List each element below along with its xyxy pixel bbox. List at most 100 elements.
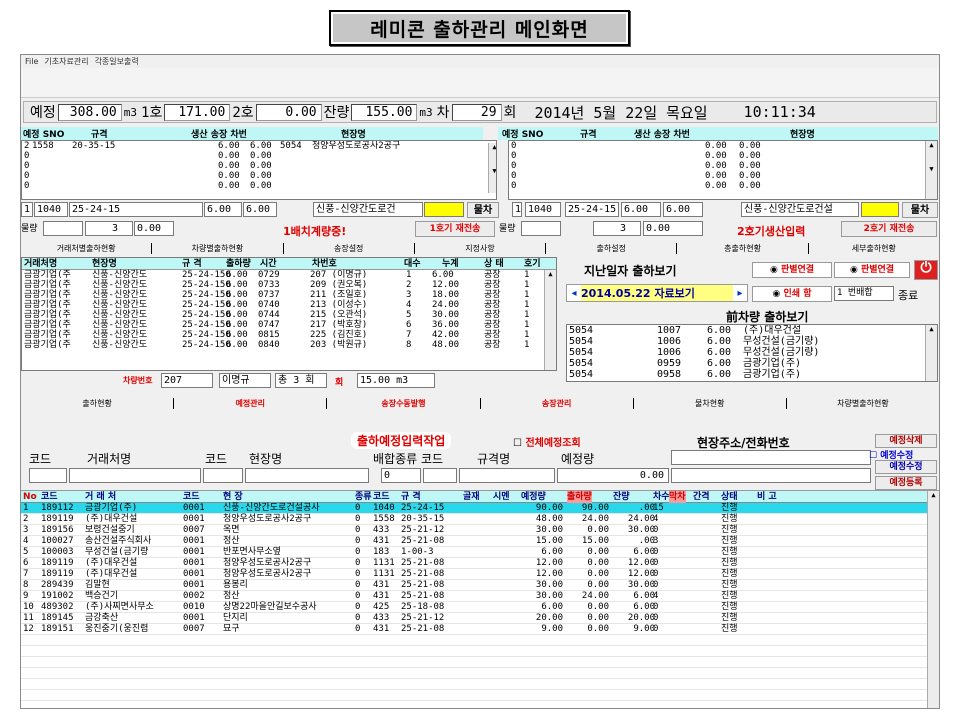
left-current-spec[interactable]: 25-24-15: [69, 202, 203, 217]
left-qty-combo[interactable]: 3: [85, 221, 133, 236]
plan-row[interactable]: 5 100003 무성건설(금기량 0001 반포면사무소옆 0 183 1-00-3 6.00…: [21, 547, 939, 558]
shipment-row[interactable]: 금광기업(주 신풍-신양간도 25-24-150 6.00 0744 215 (오관석) 5…: [22, 310, 556, 320]
shipment-row[interactable]: 금광기업(주 신풍-신양간도 25-24-150 6.00 0729 207 (이명규) 1…: [22, 270, 556, 280]
plan-grid[interactable]: No 코드 거 래 처 코드 현 장 종류 코드 규 격 골재 시멘 예정량 출하량 잔량 차수 막차 간격 상…: [21, 490, 939, 708]
plan-row[interactable]: 11 189145 금강축산 0001 단지리 0 433 25-21-12 20.00 0.00…: [21, 613, 939, 624]
all-plan-check[interactable]: ☐ 전체예정조회: [513, 434, 581, 449]
left-mulcha-button[interactable]: 물차: [467, 202, 499, 218]
mix-code-input[interactable]: [423, 468, 457, 483]
prev-vehicle-scrollbar[interactable]: ▲: [925, 325, 937, 381]
plan-row[interactable]: 1 189112 금광기업(주) 0001 신풍-신양간도로건설공사 0 1040 25-24…: [21, 503, 939, 514]
tab-total-ship[interactable]: 총출하현황: [677, 243, 809, 254]
tab-designated[interactable]: 지정사항: [415, 243, 547, 254]
tab-invoice-manage[interactable]: 송장관리: [481, 397, 634, 409]
plan-row[interactable]: 10 489302 (주)사찌면사무소 0010 상명22마을안길보수공사 0 425 25-…: [21, 602, 939, 613]
left-current-site[interactable]: 신풍-신양간도로건: [313, 202, 423, 217]
end-button[interactable]: 종료: [898, 287, 918, 303]
plan-row[interactable]: 2 189119 (주)대우건설 0001 청양우성도로공사2공구 0 1558 20-35-…: [21, 514, 939, 525]
plan-qty-input[interactable]: 0.00: [557, 468, 669, 483]
plan-row[interactable]: 8 289439 김말현 0001 용봉리 0 431 25-21-08 30.00 0.00 30…: [21, 580, 939, 591]
customer-code-input[interactable]: [29, 468, 67, 483]
tab-manual-invoice[interactable]: 송장수동발행: [327, 397, 481, 409]
plan-row[interactable]: 4 100027 송산건설주식회사 0001 정산 0 431 25-21-08 15.00 15…: [21, 536, 939, 547]
tab-vehicle-ship[interactable]: 차량별출하현황: [152, 243, 284, 254]
left-current-sno[interactable]: 1040: [34, 202, 68, 217]
tab-plan-manage[interactable]: 예정관리: [174, 397, 328, 409]
shipment-row[interactable]: 금광기업(주 신풍-신양간도 25-24-150 6.00 0740 213 (이성수) 4…: [22, 300, 556, 310]
site-name-input[interactable]: [245, 468, 369, 483]
right-production-row[interactable]: 0 0.00 0.00: [509, 161, 937, 171]
prev-vehicle-list[interactable]: 5054 1007 6.00 (주)대우건설 5054 1006 6.00 무성건설(금기량)…: [566, 324, 938, 382]
next-date-icon[interactable]: ▸: [733, 288, 747, 299]
tab-ship-status[interactable]: 출하현황: [21, 397, 175, 409]
mix-combo[interactable]: 1 번배합: [834, 286, 894, 301]
right-current-no[interactable]: 1: [512, 202, 522, 217]
plan-row[interactable]: 6 189119 (주)대우건설 0001 청양우성도로공사2공구 0 1131 25-21-…: [21, 558, 939, 569]
car-number-field[interactable]: 207: [161, 373, 213, 388]
date-picker[interactable]: ◂ 2014.05.22 자료보기 ▸: [566, 284, 748, 302]
left-current-no[interactable]: 1: [21, 202, 33, 217]
plan-grid-scrollbar[interactable]: ▲: [927, 491, 939, 708]
plan-register-button[interactable]: 예정등록: [875, 476, 937, 490]
left-production-row[interactable]: 0 0.00 0.00: [22, 171, 496, 181]
customer-name-input[interactable]: [69, 468, 201, 483]
plan-edit-button[interactable]: 예정수정: [875, 460, 937, 474]
shipment-grid[interactable]: 거래처명 현장명 규 격 출하량 시간 차번호 대수 누계 상 태 호기 금광기…: [21, 257, 557, 371]
print-option[interactable]: ◉ 인쇄 함: [752, 286, 832, 302]
right-production-row[interactable]: 0 0.00 0.00: [509, 141, 937, 151]
prev-vehicle-row[interactable]: 5054 1006 6.00 무성건설(금기량): [567, 336, 937, 347]
prev-vehicle-row[interactable]: 5054 1007 6.00 (주)대우건설: [567, 325, 937, 336]
left-current-v1[interactable]: 6.00: [204, 202, 242, 217]
option-link-1[interactable]: ◉ 판별연결: [752, 262, 832, 278]
tab-ship-settings[interactable]: 출하설정: [546, 243, 678, 254]
prev-date-icon[interactable]: ◂: [567, 288, 581, 299]
left-blank-field[interactable]: [43, 221, 83, 236]
tab-invoice-settings[interactable]: 송장설정: [284, 243, 415, 254]
shipment-row[interactable]: 금광기업(주 신풍-신양간도 25-24-150 6.00 0737 211 (조일호) 3…: [22, 290, 556, 300]
option-link-2[interactable]: ◉ 판별연결: [834, 262, 910, 278]
left-production-list[interactable]: 2 1558 20-35-15 6.00 6.00 5054 청양우성도로공사2공구 0 0.0…: [21, 140, 497, 200]
right-current-v2[interactable]: 6.00: [663, 202, 703, 217]
plan-row[interactable]: 9 191002 백승건기 0002 정산 0 431 25-21-08 30.00 24.00 6…: [21, 591, 939, 602]
left-current-v2[interactable]: 6.00: [243, 202, 277, 217]
menu-base-data[interactable]: 기초자료관리: [44, 56, 88, 67]
prev-vehicle-row[interactable]: 5054 0958 6.00 금광기업(주): [567, 369, 937, 380]
shipment-row[interactable]: 금광기업(주 신풍-신양간도 25-24-150 6.00 0840 203 (박원규) 8…: [22, 340, 556, 350]
shipment-row[interactable]: 금광기업(주 신풍-신양간도 25-24-150 6.00 0815 225 (김진호) 7…: [22, 330, 556, 340]
right-production-row[interactable]: 0 0.00 0.00: [509, 151, 937, 161]
right-current-v1[interactable]: 6.00: [621, 202, 661, 217]
right-blank-field[interactable]: [521, 221, 561, 236]
menu-file[interactable]: File: [25, 57, 38, 66]
right-yellow-field[interactable]: [861, 202, 899, 217]
tab-vehicle-ship-status[interactable]: 차량별출하현황: [787, 398, 939, 409]
right-resend-button[interactable]: 2호기 재전송: [841, 221, 937, 237]
plan-delete-button[interactable]: 예정삭제: [875, 434, 937, 448]
prev-vehicle-row[interactable]: 5054 0959 6.00 금광기업(주): [567, 358, 937, 369]
plan-row[interactable]: 3 189156 보령건설중기 0007 옥면 0 433 25-21-12 30.00 0.00…: [21, 525, 939, 536]
left-production-row[interactable]: 0 0.00 0.00: [22, 151, 496, 161]
right-current-site[interactable]: 신풍-신양간도로건설: [741, 202, 859, 217]
power-icon[interactable]: ⏻: [914, 260, 938, 280]
right-production-row[interactable]: 0 0.00 0.00: [509, 171, 937, 181]
right-production-list[interactable]: 0 0.00 0.00 0 0.00 0.00 0 0.00 0.00 0 0.00 0.00 0 0.0…: [508, 140, 938, 200]
right-current-sno[interactable]: 1040: [525, 202, 561, 217]
shipment-scrollbar[interactable]: ▲: [544, 270, 556, 370]
prev-vehicle-row[interactable]: 5054 1006 6.00 무성건설(금기량): [567, 347, 937, 358]
left-yellow-field[interactable]: [424, 202, 464, 217]
driver-name-field[interactable]: 이명규: [219, 373, 271, 388]
site-code-input[interactable]: [203, 468, 243, 483]
plan-row[interactable]: 12 189151 웅진중기(웅진렴 0007 묘구 0 431 25-21-08 9.00 0.…: [21, 624, 939, 635]
right-mulcha-button[interactable]: 물차: [902, 202, 938, 218]
left-resend-button[interactable]: 1호기 재전송: [415, 221, 495, 237]
left-production-row[interactable]: 2 1558 20-35-15 6.00 6.00 5054 청양우성도로공사2공구: [22, 141, 496, 151]
menu-reports[interactable]: 각종일보출력: [95, 56, 139, 67]
left-list-scrollbar[interactable]: ▲ ▼: [488, 143, 496, 193]
spec-name-input[interactable]: [459, 468, 555, 483]
shipment-row[interactable]: 금광기업(주 신풍-신양간도 25-24-150 6.00 0733 209 (권오복) 2…: [22, 280, 556, 290]
tab-mixer-status[interactable]: 물차현황: [634, 397, 787, 409]
site-address-input[interactable]: [671, 450, 871, 465]
left-production-row[interactable]: 0 0.00 0.00: [22, 181, 496, 191]
right-list-scrollbar[interactable]: ▲ ▼: [925, 141, 937, 199]
tab-detail-ship[interactable]: 세부출하현황: [809, 243, 939, 254]
right-qty-combo[interactable]: 3: [593, 221, 641, 236]
